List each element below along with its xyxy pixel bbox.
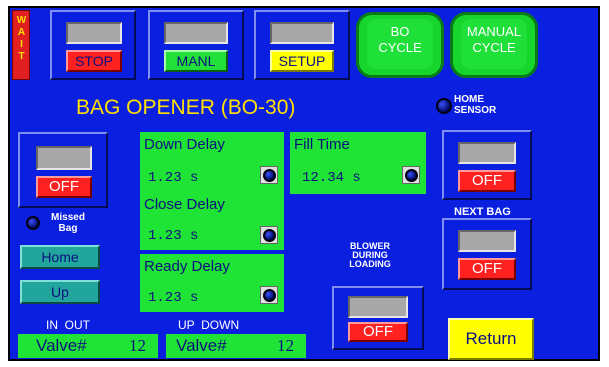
setup-button-frame[interactable]: SETUP — [254, 10, 350, 80]
right-status-lamp — [458, 142, 516, 164]
next-bag-lamp — [458, 230, 516, 252]
close-delay-panel[interactable]: Close Delay 1.23 s — [140, 194, 284, 250]
page-title: BAG OPENER (BO-30) — [76, 96, 296, 119]
stop-button-label: STOP — [75, 53, 113, 69]
down-delay-value[interactable]: 1.23 s — [148, 170, 198, 186]
manl-status-lamp — [164, 22, 228, 44]
down-delay-title: Down Delay — [144, 136, 225, 153]
missed-bag-led — [26, 216, 40, 230]
next-bag-off-button[interactable]: OFF — [458, 258, 516, 280]
valve-in-out[interactable]: Valve# 12 — [18, 334, 158, 358]
ready-delay-led — [263, 289, 276, 302]
right-off-label: OFF — [472, 172, 502, 189]
left-off-frame[interactable]: OFF — [18, 132, 108, 208]
manl-button[interactable]: MANL — [164, 50, 228, 72]
missed-bag-label: Missed Bag — [40, 212, 96, 234]
in-out-label: IN OUT — [46, 318, 90, 332]
fill-time-title: Fill Time — [294, 136, 350, 153]
close-delay-led — [263, 229, 276, 242]
left-status-lamp — [36, 146, 92, 170]
left-off-label: OFF — [49, 178, 79, 195]
manl-button-frame[interactable]: MANL — [148, 10, 244, 80]
valve-in-out-number: 12 — [129, 336, 146, 355]
right-off-button[interactable]: OFF — [458, 170, 516, 192]
blower-frame[interactable]: OFF — [332, 286, 424, 350]
valve-up-down[interactable]: Valve# 12 — [166, 334, 306, 358]
next-bag-off-label: OFF — [472, 260, 502, 277]
home-button[interactable]: Home — [20, 245, 100, 269]
stop-button-frame[interactable]: STOP — [50, 10, 136, 80]
setup-status-lamp — [270, 22, 334, 44]
bo-cycle-label-line2: CYCLE — [378, 40, 422, 55]
stop-button[interactable]: STOP — [66, 50, 122, 72]
down-delay-led — [263, 169, 276, 182]
valve-up-down-label: Valve# — [176, 336, 227, 355]
next-bag-frame[interactable]: OFF — [442, 218, 532, 290]
fill-time-panel[interactable]: Fill Time 12.34 s — [290, 132, 426, 194]
up-button[interactable]: Up — [20, 280, 100, 304]
fill-time-led — [405, 169, 418, 182]
home-sensor-led — [436, 98, 452, 114]
setup-button[interactable]: SETUP — [270, 50, 334, 72]
fill-time-led-holder — [402, 166, 420, 184]
manual-cycle-button[interactable]: MANUAL CYCLE — [450, 12, 538, 78]
ready-delay-value[interactable]: 1.23 s — [148, 290, 198, 306]
stop-status-lamp — [66, 22, 122, 44]
ready-delay-title: Ready Delay — [144, 258, 230, 275]
blower-off-button[interactable]: OFF — [348, 322, 408, 342]
hmi-screen: WAIT STOP MANL SETUP BO CYCLE MANUAL CYC… — [0, 0, 609, 367]
fill-time-value[interactable]: 12.34 s — [302, 170, 361, 186]
manl-button-label: MANL — [176, 53, 216, 69]
right-off-frame[interactable]: OFF — [442, 130, 532, 200]
close-delay-led-holder — [260, 226, 278, 244]
manual-cycle-label-line1: MANUAL — [466, 24, 522, 39]
return-button[interactable]: Return — [448, 318, 534, 360]
blower-label: BLOWER DURING LOADING — [340, 242, 400, 269]
wait-indicator: WAIT — [12, 10, 30, 80]
valve-in-out-label: Valve# — [36, 336, 87, 355]
close-delay-value[interactable]: 1.23 s — [148, 228, 198, 244]
ready-delay-panel[interactable]: Ready Delay 1.23 s — [140, 254, 284, 312]
missed-bag-line2: Bag — [58, 223, 78, 234]
up-down-label: UP DOWN — [178, 318, 240, 332]
down-delay-panel[interactable]: Down Delay 1.23 s — [140, 132, 284, 194]
setup-button-label: SETUP — [278, 53, 326, 69]
down-delay-led-holder — [260, 166, 278, 184]
left-off-button[interactable]: OFF — [36, 176, 92, 198]
bo-cycle-label-line1: BO — [390, 24, 410, 39]
valve-up-down-number: 12 — [277, 336, 294, 355]
next-bag-label: NEXT BAG — [454, 206, 511, 218]
blower-lamp — [348, 296, 408, 318]
wait-label: WAIT — [16, 15, 27, 63]
manual-cycle-label-line2: CYCLE — [472, 40, 516, 55]
missed-bag-line1: Missed — [51, 212, 85, 223]
blower-off-label: OFF — [363, 323, 393, 340]
return-button-label: Return — [465, 329, 517, 348]
home-sensor-line1: HOME — [454, 94, 484, 105]
close-delay-title: Close Delay — [144, 196, 225, 213]
ready-delay-led-holder — [260, 286, 278, 304]
blower-line3: LOADING — [349, 259, 391, 269]
bag-opener-panel: WAIT STOP MANL SETUP BO CYCLE MANUAL CYC… — [8, 6, 600, 361]
home-sensor-label: HOME SENSOR — [454, 94, 496, 116]
bo-cycle-button[interactable]: BO CYCLE — [356, 12, 444, 78]
home-sensor-line2: SENSOR — [454, 105, 497, 116]
